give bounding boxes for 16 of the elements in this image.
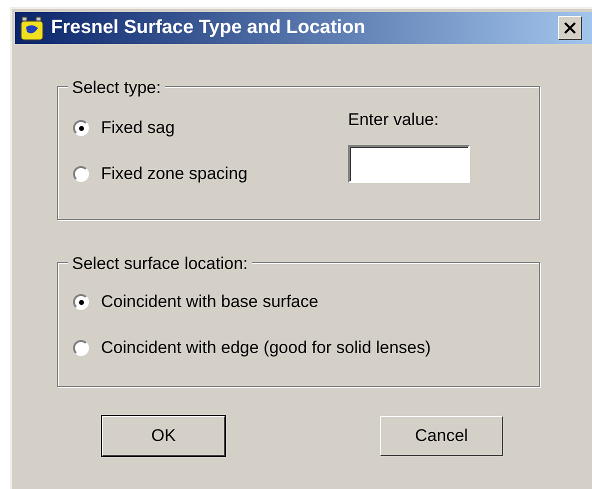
window-title: Fresnel Surface Type and Location — [51, 16, 366, 40]
close-button[interactable] — [558, 16, 582, 40]
app-icon — [19, 15, 45, 41]
radio-label[interactable]: Coincident with edge (good for solid lenses) — [101, 335, 431, 361]
radio-button[interactable] — [73, 294, 89, 310]
dialog-button[interactable]: OK — [102, 416, 225, 456]
radio-label[interactable]: Fixed zone spacing — [101, 161, 248, 187]
value-field[interactable] — [348, 144, 470, 182]
radio-label[interactable]: Fixed sag — [101, 115, 175, 141]
dialog-button[interactable]: Cancel — [380, 416, 503, 456]
radio-button[interactable] — [73, 340, 89, 356]
radio-button[interactable] — [73, 166, 89, 182]
radio-button[interactable] — [73, 120, 89, 136]
radio-label[interactable]: Coincident with base surface — [101, 289, 318, 315]
field-label: Enter value: — [348, 109, 440, 131]
close-icon — [564, 22, 576, 34]
